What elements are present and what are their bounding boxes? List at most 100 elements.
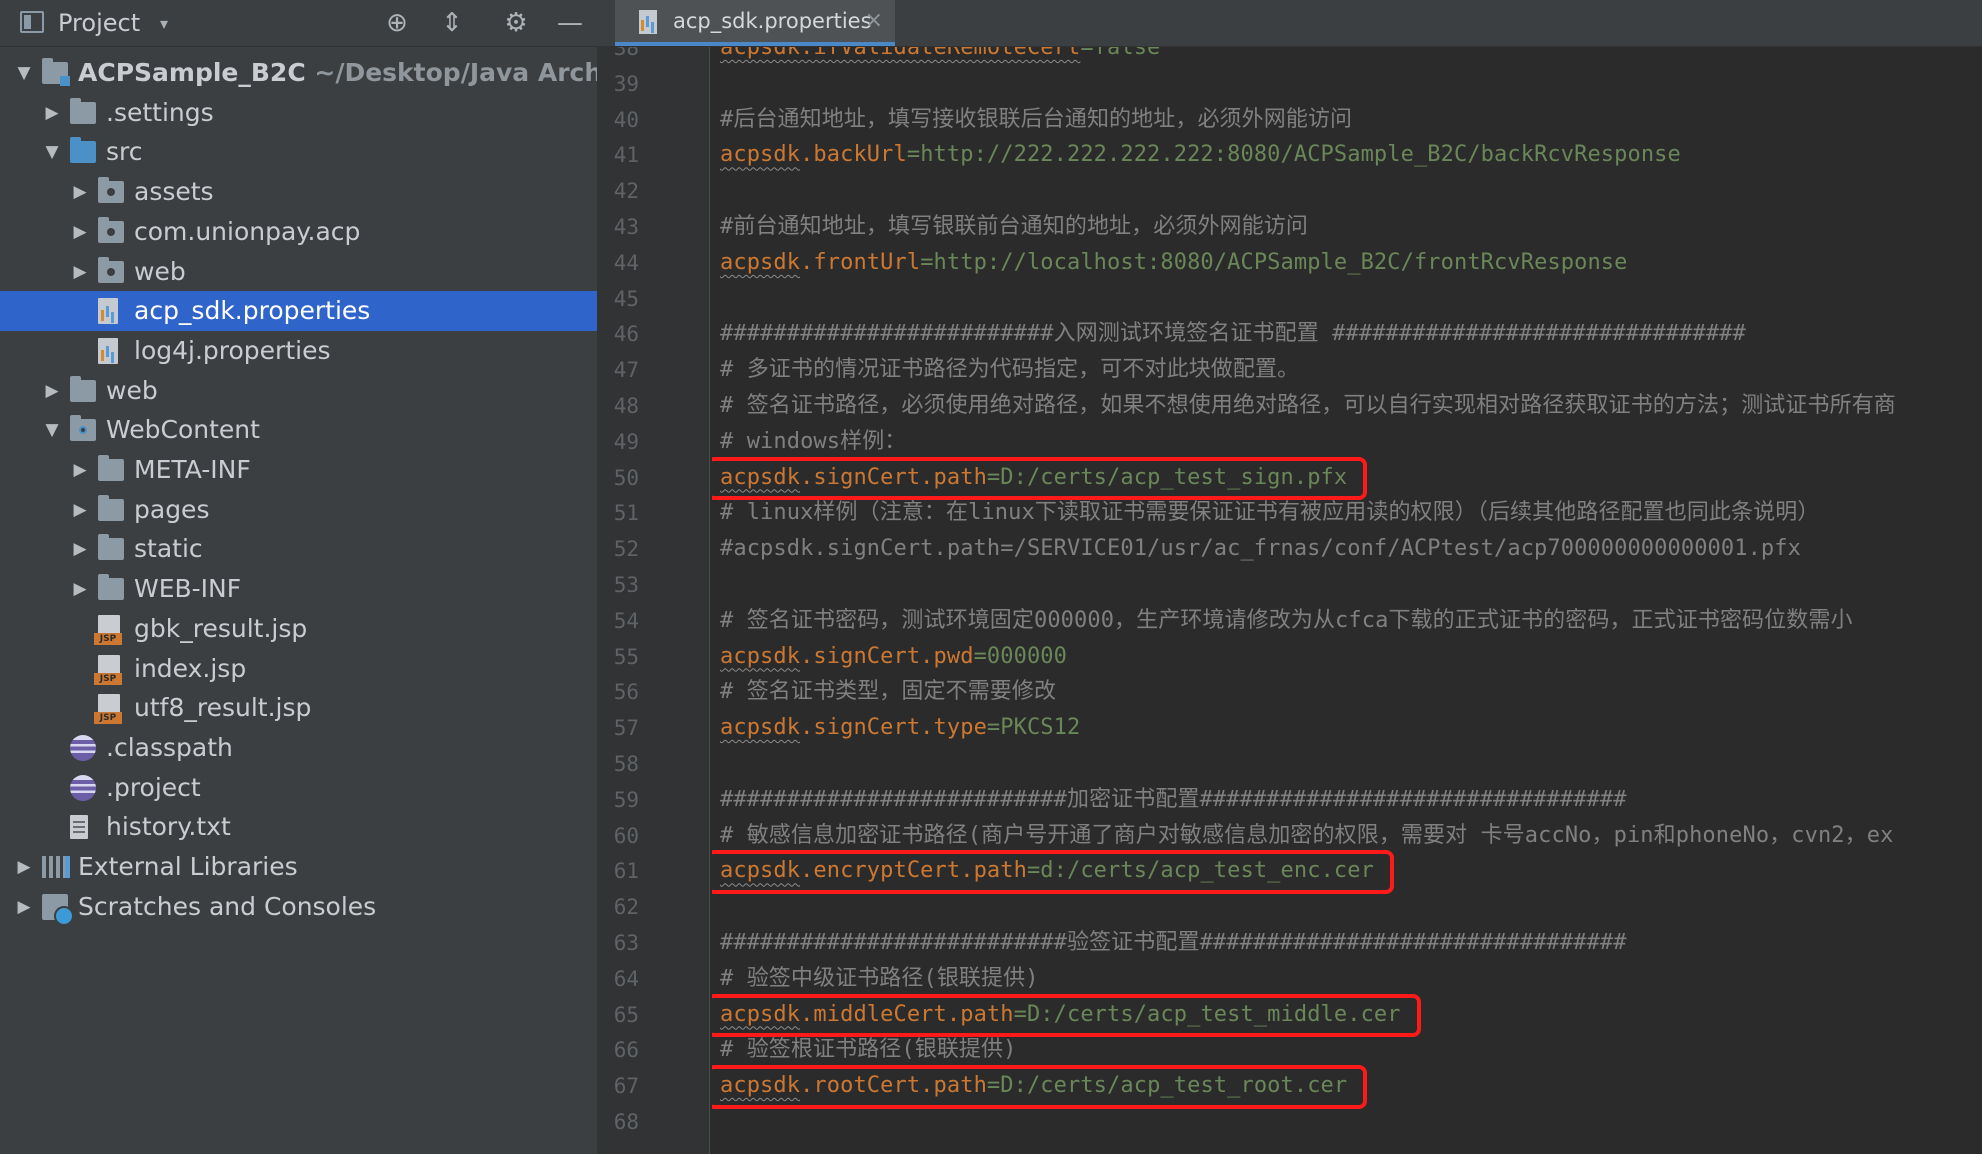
code-line[interactable]: # 签名证书路径，必须使用绝对路径，如果不想使用绝对路径，可以自行实现相对路径获… [720,388,1896,424]
minimize-icon[interactable]: — [552,5,588,41]
project-title[interactable]: Project [58,9,140,37]
property-value: =PKCS12 [986,715,1081,741]
line-number: 41 [613,143,639,168]
tree-item[interactable]: ▼ WebContent [0,410,597,450]
chevron-right-icon[interactable]: ▶ [70,569,90,609]
package-icon [98,256,124,283]
chevron-right-icon[interactable]: ▶ [70,252,90,292]
tree-item[interactable]: ▶ Scratches and Consoles [0,887,597,927]
code-line[interactable]: acpsdk.frontUrl=http://localhost:8080/AC… [720,245,1627,281]
tree-item-label: ACPSample_B2C ~/Desktop/Java Archi [78,53,597,93]
comment-text: #acpsdk.signCert.path=/SERVICE01/usr/ac_… [720,536,1801,562]
collapse-icon[interactable]: ⇕ [434,5,470,41]
code-line[interactable]: # windows样例： [720,424,906,460]
tree-item[interactable]: ▶ assets [0,172,597,212]
line-number: 43 [613,215,639,239]
code-line[interactable]: # 签名证书类型，固定不需要修改 [720,674,1056,710]
tree-item[interactable]: log4j.properties [0,331,597,371]
comment-text: ##########################验签证书配置########… [720,930,1627,955]
tree-item[interactable]: ▶ com.unionpay.acp [0,212,597,252]
chevron-down-icon[interactable]: ▼ [42,132,62,172]
code-line[interactable]: ##########################加密证书配置########… [720,782,1627,818]
jsp-file-icon [94,614,122,645]
code-line[interactable]: # 多证书的情况证书路径为代码指定，可不对此块做配置。 [720,352,1299,388]
tree-item-label: static [134,534,203,564]
line-number: 40 [613,107,639,132]
tree-item[interactable]: utf8_result.jsp [0,688,597,728]
line-number: 58 [613,752,639,776]
chevron-right-icon[interactable]: ▶ [70,450,90,490]
source-folder-icon [70,137,96,164]
chevron-right-icon[interactable]: ▶ [42,93,62,133]
code-line[interactable]: acpsdk.backUrl=http://222.222.222.222:80… [720,137,1681,173]
folder-icon [98,494,124,521]
line-number: 51 [613,501,639,526]
tree-item[interactable]: .classpath [0,728,597,768]
code-line[interactable]: #acpsdk.signCert.path=/SERVICE01/usr/ac_… [720,531,1801,567]
tree-item[interactable]: .project [0,768,597,808]
line-number: 42 [613,179,639,204]
tree-item[interactable]: index.jsp [0,649,597,689]
tab-label: acp_sdk.properties [673,9,872,33]
comment-text: # 验签根证书路径(银联提供) [720,1037,1017,1063]
code-line[interactable]: #前台通知地址，填写银联前台通知的地址，必须外网能访问 [720,209,1308,245]
tree-item[interactable]: ▶ web [0,252,597,292]
code-line[interactable]: # 验签中级证书路径(银联提供) [720,961,1039,997]
annotation-highlight-box [712,850,1394,895]
comment-text: # 多证书的情况证书路径为代码指定，可不对此块做配置。 [720,357,1300,383]
chevron-right-icon[interactable]: ▶ [70,172,90,212]
chevron-right-icon[interactable]: ▶ [42,371,62,411]
property-value: =http://localhost:8080/ACPSample_B2C/fro… [920,249,1628,275]
chevron-right-icon[interactable]: ▶ [70,212,90,252]
tree-item[interactable]: ▼ ACPSample_B2C ~/Desktop/Java Archi [0,53,597,93]
property-key: acpsdk.ifValidateRemoteCert [720,47,1081,60]
tree-item[interactable]: gbk_result.jsp [0,609,597,649]
tree-item[interactable]: history.txt [0,807,597,847]
tree-item[interactable]: ▶ web [0,371,597,411]
code-line[interactable]: #########################入网测试环境签名证书配置 ##… [720,316,1746,352]
tree-item[interactable]: acp_sdk.properties [0,291,597,332]
tree-item-label: web [106,375,158,405]
line-number: 62 [613,895,639,920]
tree-item[interactable]: ▶ External Libraries [0,847,597,887]
chevron-right-icon[interactable]: ▶ [70,529,90,569]
code-line[interactable]: # 验签根证书路径(银联提供) [720,1032,1016,1068]
comment-text: ##########################加密证书配置########… [720,786,1627,812]
folder-icon [70,375,96,402]
gear-icon[interactable]: ⚙ [498,5,534,41]
code-line[interactable]: # 签名证书密码，测试环境固定000000，生产环境请修改为从cfca下载的正式… [720,603,1853,639]
code-editor[interactable]: acpsdk.ifValidateRemoteCert=false #后台通知地址… [712,47,1982,1154]
tree-item[interactable]: ▼ src [0,132,597,172]
annotation-highlight-box [712,1065,1368,1109]
tree-item[interactable]: ▶ pages [0,490,597,530]
chevron-right-icon[interactable]: ▶ [14,847,34,887]
jsp-file-icon [94,694,122,725]
code-line[interactable]: #后台通知地址，填写接收银联后台通知的地址，必须外网能访问 [720,102,1352,138]
chevron-down-icon[interactable]: ▼ [14,53,34,93]
tree-item[interactable]: ▶ static [0,529,597,569]
jsp-file-icon [94,654,122,685]
crosshair-icon[interactable]: ⊕ [379,5,415,41]
folder-icon [98,574,124,601]
chevron-down-icon[interactable]: ▼ [42,410,62,450]
code-line[interactable]: acpsdk.signCert.pwd=000000 [720,639,1067,675]
tree-item[interactable]: ▶ .settings [0,93,597,133]
close-icon[interactable]: × [865,8,883,33]
chevron-down-icon[interactable]: ▾ [160,14,168,33]
code-line[interactable]: # 敏感信息加密证书路径(商户号开通了商户对敏感信息加密的权限，需要对 卡号ac… [720,818,1893,854]
chevron-right-icon[interactable]: ▶ [14,887,34,927]
code-line[interactable]: ##########################验签证书配置########… [720,925,1627,961]
tree-item-label: history.txt [106,812,231,842]
property-key: acpsdk [720,643,801,669]
comment-text: # 敏感信息加密证书路径(商户号开通了商户对敏感信息加密的权限，需要对 卡号ac… [720,822,1894,848]
code-line[interactable]: # linux样例（注意：在linux下读取证书需要保证证书有被应用读的权限）（… [720,495,1819,531]
code-line[interactable]: acpsdk.ifValidateRemoteCert=false [720,47,1160,66]
tree-item[interactable]: ▶ META-INF [0,450,597,490]
tab-acp-sdk-properties[interactable]: acp_sdk.properties × [615,0,895,46]
comment-text: #后台通知地址，填写接收银联后台通知的地址，必须外网能访问 [720,106,1353,132]
property-key: .signCert.type [800,715,987,741]
property-key: acpsdk [720,249,801,275]
chevron-right-icon[interactable]: ▶ [70,490,90,530]
tree-item[interactable]: ▶ WEB-INF [0,569,597,609]
code-line[interactable]: acpsdk.signCert.type=PKCS12 [720,710,1080,746]
